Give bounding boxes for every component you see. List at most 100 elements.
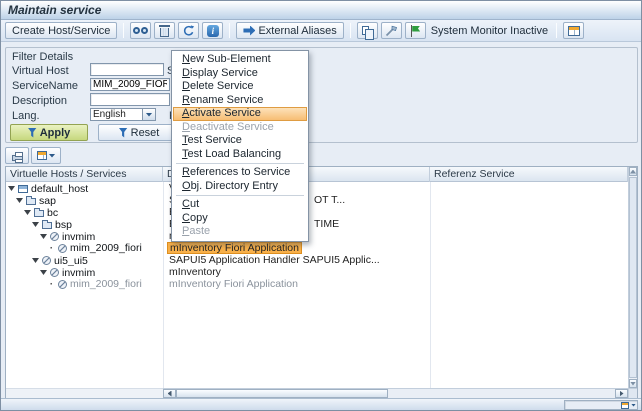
language-label: Lang. (12, 110, 40, 122)
description-input[interactable] (90, 93, 170, 106)
expand-arrow-icon[interactable] (16, 198, 23, 203)
toolbar-separator (556, 23, 557, 38)
tree-row-selected[interactable]: · mim_2009_fiori mInventory Fiori Applic… (6, 242, 628, 254)
tree-row[interactable]: bsp BU TIME (6, 218, 628, 230)
expand-arrow-icon[interactable] (8, 186, 15, 191)
hscroll-thumb[interactable] (176, 389, 388, 398)
scroll-down-button[interactable] (629, 379, 637, 388)
ref-service-cell (430, 182, 628, 194)
expand-arrow-icon[interactable] (40, 270, 47, 275)
tree-node-label[interactable]: sap (39, 195, 56, 207)
table-view-button[interactable] (563, 22, 584, 39)
scrollbar-corner (628, 389, 637, 398)
menu-item-delete-service[interactable]: Delete Service (173, 80, 307, 94)
apply-button[interactable]: Apply (10, 124, 88, 141)
menu-item-test-service[interactable]: Test Service (173, 134, 307, 148)
scroll-right-button[interactable] (615, 389, 628, 398)
menu-separator (176, 195, 304, 196)
create-host-service-button[interactable]: Create Host/Service (5, 22, 117, 39)
menu-item-paste: Paste (173, 225, 307, 239)
vscroll-thumb[interactable] (629, 177, 637, 378)
tree-node-label[interactable]: bc (47, 207, 58, 219)
chevron-down-icon (49, 154, 56, 158)
layout-dropdown-button[interactable] (31, 147, 61, 164)
menu-item-activate-service[interactable]: Activate Service (173, 107, 307, 121)
menu-item-display-service[interactable]: Display Service (173, 67, 307, 81)
services-tools-button[interactable] (381, 22, 402, 39)
horizontal-scrollbar[interactable] (163, 388, 637, 398)
tree-row[interactable]: · mim_2009_fiori mInventory Fiori Applic… (6, 278, 628, 290)
info-button[interactable]: i (202, 22, 223, 39)
tree-node-label[interactable]: mim_2009_fiori (70, 278, 142, 290)
virtual-host-input[interactable] (90, 63, 164, 76)
services-tree: Virtuelle Hosts / Services Do Referenz S… (5, 166, 638, 399)
expand-arrow-icon[interactable] (40, 234, 47, 239)
filter-details-legend: Filter Details (12, 51, 73, 63)
tree-node-label[interactable]: mim_2009_fiori (70, 242, 142, 254)
tree-node-label[interactable]: invmim (62, 231, 95, 243)
delete-button[interactable] (154, 22, 175, 39)
application-toolbar: Create Host/Service i External Aliases S (1, 20, 641, 42)
description-text-continued: TIME (314, 218, 339, 230)
chevron-down-icon (631, 404, 636, 407)
refresh-button[interactable] (178, 22, 199, 39)
hscroll-track[interactable] (176, 389, 615, 398)
expand-arrow-icon[interactable] (24, 210, 31, 215)
description-text: mInventory Fiori Application (169, 278, 298, 290)
tree-node-label[interactable]: bsp (55, 219, 72, 231)
trash-icon (160, 28, 169, 37)
tree-row[interactable]: ui5_ui5 SAPUI5 Application Handler SAPUI… (6, 254, 628, 266)
language-combobox[interactable]: English (90, 108, 156, 121)
funnel-icon (28, 128, 37, 138)
reset-label: Reset (131, 127, 160, 139)
print-button[interactable] (5, 147, 29, 164)
ref-service-cell (430, 278, 628, 290)
tree-row[interactable]: default_host VIR (6, 182, 628, 194)
tree-node-label[interactable]: default_host (31, 183, 88, 195)
tree-node-label[interactable]: ui5_ui5 (54, 255, 88, 267)
menu-item-rename-service[interactable]: Rename Service (173, 94, 307, 108)
service-icon (50, 232, 59, 241)
folder-icon (26, 198, 36, 205)
folder-icon (42, 222, 52, 229)
language-dropdown-button[interactable] (143, 108, 156, 121)
tree-row[interactable]: bc BA (6, 206, 628, 218)
description-text: mInventory (169, 266, 221, 278)
refresh-icon (182, 25, 195, 37)
status-right-panel[interactable] (564, 400, 638, 410)
column-header-ref-service[interactable]: Referenz Service (430, 167, 628, 182)
scroll-left-button[interactable] (163, 389, 176, 398)
vertical-scrollbar[interactable] (628, 167, 637, 388)
service-icon (50, 268, 59, 277)
expand-arrow-icon[interactable] (32, 222, 39, 227)
menu-item-references-to-service[interactable]: References to Service (173, 166, 307, 180)
selected-description-cell[interactable]: mInventory Fiori Application (167, 242, 302, 254)
menu-item-new-sub-element[interactable]: New Sub-Element (173, 53, 307, 67)
service-icon (42, 256, 51, 265)
copy-button[interactable] (357, 22, 378, 39)
scroll-up-button[interactable] (629, 167, 637, 176)
reset-button[interactable]: Reset (98, 124, 180, 141)
menu-item-copy[interactable]: Copy (173, 212, 307, 226)
tree-row[interactable]: invmim mInventory (6, 266, 628, 278)
description-label: Description (12, 95, 67, 107)
external-aliases-button[interactable]: External Aliases (236, 22, 343, 39)
service-icon (58, 244, 67, 253)
tree-row[interactable]: invmim mI (6, 230, 628, 242)
tree-row[interactable]: sap SA OT T... (6, 194, 628, 206)
table-icon (568, 26, 580, 36)
servicename-input[interactable] (90, 78, 170, 91)
tools-icon (385, 25, 398, 37)
menu-item-cut[interactable]: Cut (173, 198, 307, 212)
toolbar-separator (350, 23, 351, 38)
column-header-hosts[interactable]: Virtuelle Hosts / Services (6, 167, 163, 182)
tree-node-label[interactable]: invmim (62, 267, 95, 279)
display-button[interactable] (130, 22, 151, 39)
menu-item-obj-directory-entry[interactable]: Obj. Directory Entry (173, 180, 307, 194)
context-menu: New Sub-Element Display Service Delete S… (171, 50, 309, 242)
expand-arrow-icon[interactable] (32, 258, 39, 263)
menu-item-test-load-balancing[interactable]: Test Load Balancing (173, 148, 307, 162)
system-monitor-flag-button[interactable] (405, 22, 426, 39)
apply-label: Apply (40, 127, 71, 139)
leaf-bullet: · (48, 242, 55, 254)
